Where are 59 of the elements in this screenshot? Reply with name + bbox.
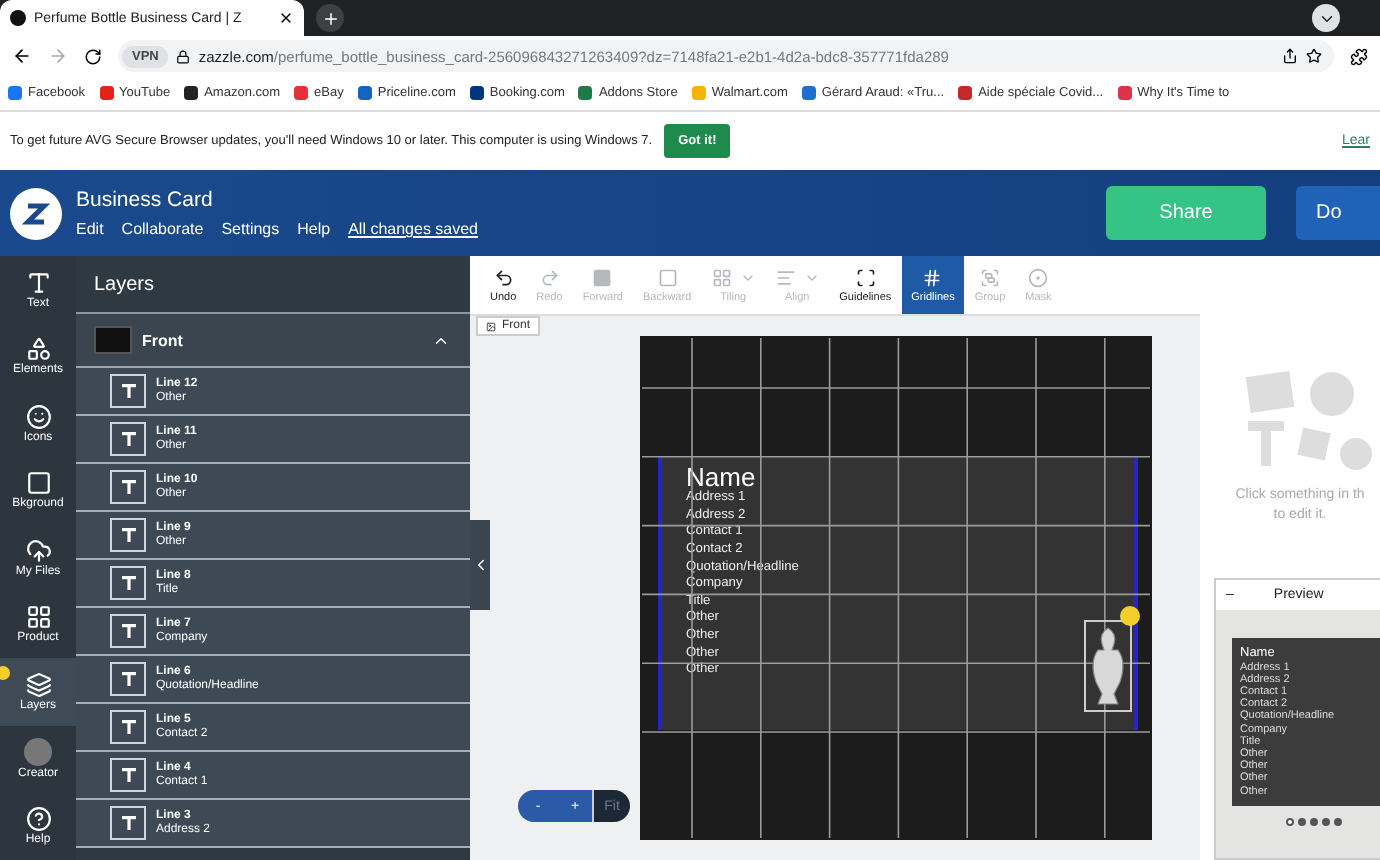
- undo-icon: [493, 267, 514, 287]
- star-icon[interactable]: [1306, 48, 1322, 64]
- text-layer-icon: [110, 374, 146, 408]
- avatar: [24, 737, 52, 766]
- tab-list-button[interactable]: [1312, 4, 1340, 32]
- text-layer-icon: [110, 758, 146, 792]
- group-icon: [979, 267, 1000, 287]
- close-icon[interactable]: [278, 10, 294, 26]
- image-icon: [486, 321, 496, 331]
- share-icon[interactable]: [1282, 48, 1298, 64]
- text-layer-icon: [110, 470, 146, 504]
- square-icon: [657, 267, 678, 287]
- menu-item[interactable]: Help: [297, 220, 331, 238]
- new-tab-button[interactable]: [316, 4, 344, 32]
- smiley-icon: [25, 403, 51, 430]
- lock-icon: [176, 49, 191, 63]
- menu-item[interactable]: Collaborate: [121, 220, 204, 238]
- align-left-icon: [775, 267, 796, 287]
- card-name[interactable]: Name: [686, 466, 756, 491]
- page-dot[interactable]: [1310, 818, 1318, 826]
- grid-icon: [711, 267, 732, 287]
- redo-icon: [539, 267, 560, 287]
- primary-button[interactable]: Do: [1296, 186, 1380, 240]
- hash-icon: [922, 267, 943, 287]
- cloud-upload-icon: [25, 537, 51, 564]
- shapes-icon: [25, 336, 51, 363]
- logo-icon[interactable]: [10, 187, 62, 239]
- plus-icon: [321, 9, 339, 27]
- text-layer-icon: [110, 614, 146, 648]
- frame-corners-icon: [855, 267, 876, 287]
- layers-icon: [25, 671, 51, 698]
- text-layer-icon: [110, 710, 146, 744]
- text-layer-icon: [110, 566, 146, 600]
- page-dot[interactable]: [1298, 818, 1306, 826]
- card-thumbnail: [94, 326, 132, 354]
- menu-item[interactable]: Settings: [221, 220, 280, 238]
- text-layer-icon: [110, 806, 146, 840]
- page-dot[interactable]: [1322, 818, 1330, 826]
- menu-item[interactable]: Edit: [76, 220, 104, 238]
- layer-group-row[interactable]: Front: [76, 314, 470, 368]
- text-layer-icon: [110, 422, 146, 456]
- perfume-bottle-drawing[interactable]: [1084, 620, 1133, 712]
- document-title: Business Card: [76, 188, 215, 212]
- site-icon: [10, 10, 26, 26]
- collapse-handle[interactable]: [470, 520, 490, 610]
- extensions-icon[interactable]: [1350, 47, 1368, 65]
- page-dot[interactable]: [1334, 818, 1342, 826]
- text-layer-icon: [110, 518, 146, 552]
- text-layer-icon: [110, 662, 146, 696]
- help-icon: [25, 805, 51, 832]
- back-icon[interactable]: [12, 46, 32, 66]
- group-label: Front: [142, 331, 185, 349]
- page-dot[interactable]: [1286, 818, 1294, 826]
- text-icon: [25, 269, 51, 296]
- reload-icon[interactable]: [84, 47, 102, 65]
- save-status-link[interactable]: All changes saved: [348, 220, 479, 238]
- square-icon: [592, 267, 613, 287]
- circle-icon: [1028, 267, 1049, 287]
- square-icon: [25, 470, 51, 497]
